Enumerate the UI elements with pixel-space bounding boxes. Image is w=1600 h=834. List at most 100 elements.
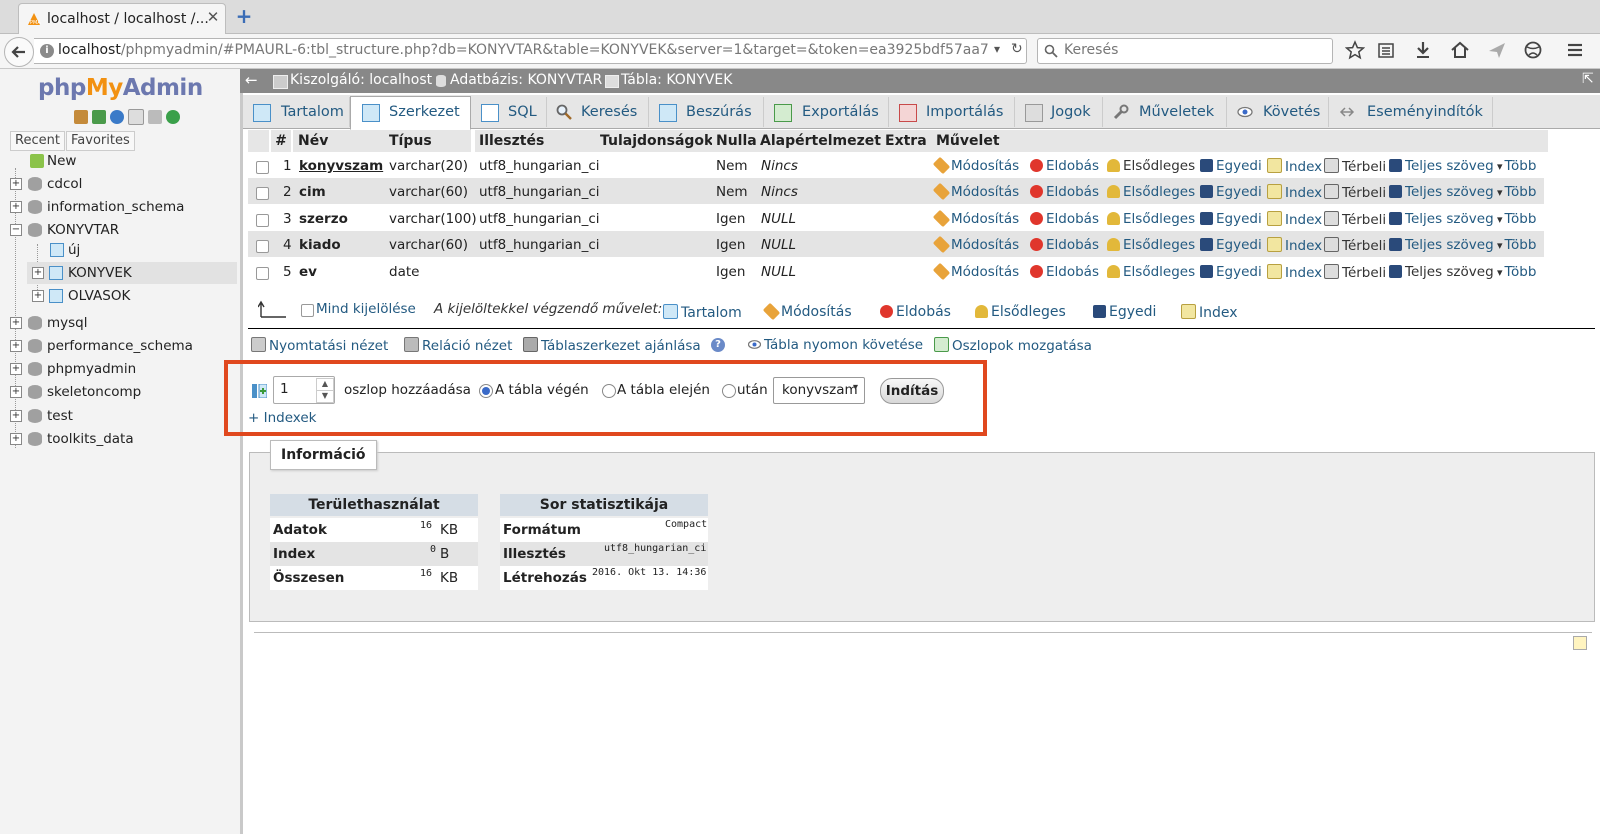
expand-icon[interactable]: + bbox=[10, 410, 22, 422]
browser-search-input[interactable]: Keresés bbox=[1037, 38, 1333, 64]
docs-icon[interactable] bbox=[128, 109, 144, 125]
radio-after-label[interactable]: után bbox=[737, 382, 768, 398]
url-dropdown-icon[interactable]: ▾ bbox=[994, 42, 1000, 56]
row-action-primary[interactable]: Elsődleges bbox=[1107, 264, 1195, 280]
reload-nav-icon[interactable] bbox=[166, 110, 180, 124]
url-text[interactable]: localhost/phpmyadmin/#PMAURL-6:tbl_struc… bbox=[58, 42, 988, 58]
spin-down-icon[interactable]: ▼ bbox=[316, 390, 334, 403]
row-action-drop[interactable]: Eldobás bbox=[1030, 158, 1099, 174]
row-action-index[interactable]: Index bbox=[1267, 158, 1322, 175]
tab-close-icon[interactable]: ✕ bbox=[205, 9, 221, 25]
tab-jogok[interactable]: Jogok bbox=[1015, 97, 1103, 127]
tree-item-cdcol[interactable]: + cdcol bbox=[0, 173, 237, 195]
bulk-index-button[interactable]: Index bbox=[1181, 304, 1238, 321]
relation-view-link[interactable]: Reláció nézet bbox=[404, 337, 512, 354]
track-table-link[interactable]: Tábla nyomon követése bbox=[748, 337, 923, 353]
tab-sql[interactable]: SQL bbox=[470, 97, 547, 127]
address-bar[interactable]: i localhost/phpmyadmin/#PMAURL-6:tbl_str… bbox=[34, 38, 1027, 64]
column-count-input[interactable]: 1 ▲ ▼ bbox=[273, 376, 335, 404]
menu-icon[interactable] bbox=[1565, 40, 1585, 60]
row-checkbox[interactable] bbox=[256, 187, 269, 200]
row-action-unique[interactable]: Egyedi bbox=[1200, 264, 1262, 280]
reading-list-icon[interactable] bbox=[1376, 40, 1396, 60]
tab-szerkezet[interactable]: Szerkezet bbox=[350, 96, 471, 130]
home-icon[interactable] bbox=[74, 110, 88, 124]
print-view-link[interactable]: Nyomtatási nézet bbox=[251, 337, 388, 354]
radio-begin[interactable] bbox=[602, 384, 616, 398]
tab-kereses[interactable]: Keresés bbox=[547, 97, 649, 127]
header-name[interactable]: Név bbox=[293, 130, 385, 152]
bulk-unique-button[interactable]: Egyedi bbox=[1093, 304, 1156, 320]
collapse-nav-icon[interactable]: ← bbox=[245, 71, 258, 89]
fullscreen-icon[interactable]: ⇱ bbox=[1582, 71, 1594, 87]
back-button[interactable] bbox=[4, 37, 34, 67]
tree-item-phpmyadmin[interactable]: + phpmyadmin bbox=[0, 358, 237, 380]
row-action-more[interactable]: ▾ Több bbox=[1497, 158, 1536, 174]
select-all-label[interactable]: Mind kijelölése bbox=[316, 301, 416, 317]
tree-item-information-schema[interactable]: + information_schema bbox=[0, 196, 237, 218]
row-action-unique[interactable]: Egyedi bbox=[1200, 158, 1262, 174]
expand-icon[interactable]: + bbox=[10, 178, 22, 190]
expand-icon[interactable]: + bbox=[10, 340, 22, 352]
bookmark-star-icon[interactable] bbox=[1345, 40, 1365, 60]
tree-item-test[interactable]: + test bbox=[0, 405, 237, 427]
header-extra[interactable]: Extra bbox=[881, 130, 933, 152]
browser-tab[interactable]: PMA localhost / localhost /... ✕ bbox=[18, 3, 226, 34]
bulk-change-button[interactable]: Módosítás bbox=[762, 302, 852, 321]
row-action-drop[interactable]: Eldobás bbox=[1030, 184, 1099, 200]
row-action-fulltext[interactable]: Teljes szöveg bbox=[1389, 184, 1494, 200]
tab-beszuras[interactable]: Beszúrás bbox=[649, 97, 764, 127]
row-checkbox[interactable] bbox=[256, 161, 269, 174]
breadcrumb-table[interactable]: Tábla: KONYVEK bbox=[621, 72, 732, 88]
tab-exportalas[interactable]: Exportálás bbox=[764, 97, 889, 127]
settings-icon[interactable] bbox=[148, 110, 162, 124]
phpmyadmin-logo[interactable]: phpMyAdmin bbox=[38, 75, 203, 101]
row-action-index[interactable]: Index bbox=[1267, 264, 1322, 281]
row-action-unique[interactable]: Egyedi bbox=[1200, 237, 1262, 253]
row-action-drop[interactable]: Eldobás bbox=[1030, 264, 1099, 280]
row-action-index[interactable]: Index bbox=[1267, 237, 1322, 254]
help-icon[interactable]: ? bbox=[711, 338, 725, 352]
tree-item-skeletoncomp[interactable]: + skeletoncomp bbox=[0, 381, 237, 403]
site-info-icon[interactable]: i bbox=[40, 44, 54, 58]
reload-icon[interactable]: ↻ bbox=[1011, 41, 1023, 57]
bulk-browse-button[interactable]: Tartalom bbox=[663, 304, 742, 321]
breadcrumb-database[interactable]: Adatbázis: KONYVTAR » bbox=[450, 72, 615, 88]
tree-item-konyvek[interactable]: + KONYVEK bbox=[27, 262, 237, 284]
row-action-drop[interactable]: Eldobás bbox=[1030, 211, 1099, 227]
expand-icon[interactable]: + bbox=[32, 267, 44, 279]
logout-icon[interactable] bbox=[92, 110, 106, 124]
indexes-toggle[interactable]: + Indexek bbox=[248, 410, 316, 426]
row-action-more[interactable]: ▾ Több bbox=[1497, 211, 1536, 227]
row-action-unique[interactable]: Egyedi bbox=[1200, 211, 1262, 227]
row-checkbox[interactable] bbox=[256, 214, 269, 227]
tab-recent[interactable]: Recent bbox=[10, 131, 65, 151]
header-attributes[interactable]: Tulajdonságok bbox=[596, 130, 713, 152]
row-action-index[interactable]: Index bbox=[1267, 184, 1322, 201]
tab-esemenyinditok[interactable]: Eseményindítók bbox=[1329, 97, 1493, 127]
radio-begin-label[interactable]: A tábla elején bbox=[617, 382, 710, 398]
tree-item-konyvtar[interactable]: − KONYVTAR bbox=[0, 219, 237, 241]
row-checkbox[interactable] bbox=[256, 267, 269, 280]
globe-icon[interactable] bbox=[1523, 40, 1543, 60]
expand-icon[interactable]: + bbox=[10, 433, 22, 445]
bulk-drop-button[interactable]: Eldobás bbox=[880, 304, 951, 320]
row-action-more[interactable]: ▾ Több bbox=[1497, 264, 1536, 280]
expand-icon[interactable]: + bbox=[10, 201, 22, 213]
row-action-change[interactable]: Módosítás bbox=[932, 182, 1019, 201]
row-action-primary[interactable]: Elsődleges bbox=[1107, 211, 1195, 227]
radio-end[interactable] bbox=[479, 384, 493, 398]
row-checkbox[interactable] bbox=[256, 240, 269, 253]
row-action-drop[interactable]: Eldobás bbox=[1030, 237, 1099, 253]
radio-end-label[interactable]: A tábla végén bbox=[495, 382, 589, 398]
row-action-more[interactable]: ▾ Több bbox=[1497, 184, 1536, 200]
download-icon[interactable] bbox=[1413, 40, 1433, 60]
row-action-unique[interactable]: Egyedi bbox=[1200, 184, 1262, 200]
console-icon[interactable] bbox=[1573, 636, 1587, 650]
header-null[interactable]: Nulla bbox=[712, 130, 757, 152]
row-action-fulltext[interactable]: Teljes szöveg bbox=[1389, 237, 1494, 253]
expand-icon[interactable]: + bbox=[10, 386, 22, 398]
expand-icon[interactable]: + bbox=[10, 317, 22, 329]
radio-after[interactable] bbox=[722, 384, 736, 398]
tab-favorites[interactable]: Favorites bbox=[66, 131, 135, 151]
